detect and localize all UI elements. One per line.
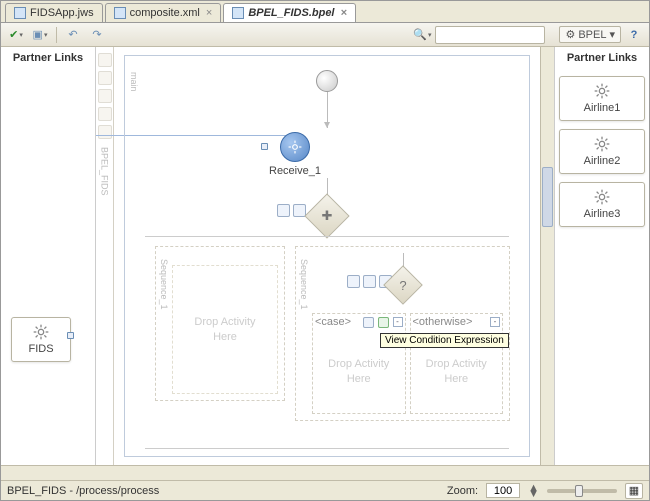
scrollbar-thumb[interactable] (542, 167, 553, 227)
tab-label: FIDSApp.jws (30, 7, 94, 19)
tab-fidsapp[interactable]: FIDSApp.jws (5, 3, 103, 22)
bpel-canvas[interactable]: main Receive_1 ✚ Sequence_1 Drop (114, 47, 540, 465)
scope-label: main (129, 72, 139, 92)
case-branch[interactable]: <case> - Drop ActivityHere (312, 313, 406, 414)
layout-dropdown-button[interactable]: ▣▾ (29, 25, 51, 45)
parallel-gateway[interactable]: ✚ (304, 193, 349, 238)
process-scope: main Receive_1 ✚ Sequence_1 Drop (124, 55, 530, 457)
collapse-button[interactable]: - (490, 317, 500, 327)
port-icon[interactable] (67, 332, 74, 339)
sequence-branch-right[interactable]: Sequence_1 ? <case> - (295, 246, 510, 421)
partner-links-left: Partner Links FIDS (1, 47, 96, 465)
receive-activity[interactable]: Receive_1 (269, 132, 321, 177)
vertical-scrollbar[interactable] (540, 47, 554, 465)
gear-icon (33, 324, 49, 340)
undo-button[interactable]: ↶ (62, 25, 84, 45)
mini-button[interactable] (277, 204, 290, 217)
arrow-icon (324, 122, 330, 128)
editor-main: Partner Links FIDS BPEL_FIDS main (1, 47, 649, 465)
mini-button[interactable] (347, 275, 360, 288)
partner-link-fids[interactable]: FIDS (11, 317, 71, 362)
file-icon (114, 7, 126, 19)
partner-link-label: Airline2 (584, 155, 621, 167)
gear-icon (288, 140, 302, 154)
close-icon[interactable]: × (206, 7, 212, 19)
editor-toolbar: ✔▾ ▣▾ ↶ ↷ 🔍▾ ⚙ BPEL▾ ? (1, 23, 649, 47)
tooltip: View Condition Expression (380, 333, 509, 348)
vtool-button[interactable] (98, 53, 112, 67)
horizontal-scrollbar[interactable] (1, 465, 649, 480)
partner-link-airline2[interactable]: Airline2 (559, 129, 645, 174)
partner-link-label: Airline3 (584, 208, 621, 220)
gear-icon (594, 189, 610, 205)
branch-line (145, 236, 509, 237)
partner-links-right: Partner Links Airline1 Airline2 Airline3 (554, 47, 649, 465)
vtool-button[interactable] (98, 107, 112, 121)
bpel-label: BPEL (578, 29, 606, 41)
redo-button[interactable]: ↷ (86, 25, 108, 45)
close-icon[interactable]: × (341, 7, 347, 19)
check-dropdown-button[interactable]: ✔▾ (5, 25, 27, 45)
editor-tabstrip: FIDSApp.jws composite.xml × BPEL_FIDS.bp… (1, 1, 649, 23)
drop-zone[interactable]: Drop ActivityHere (194, 315, 255, 344)
question-icon: ? (390, 272, 416, 298)
bpel-icon: ⚙ (565, 28, 575, 41)
tab-bpel-fids[interactable]: BPEL_FIDS.bpel × (223, 3, 356, 22)
activity-label: Receive_1 (269, 165, 321, 177)
zoom-stepper[interactable]: ▲▼ (528, 485, 539, 497)
slider-knob[interactable] (575, 485, 583, 497)
status-bar: BPEL_FIDS - /process/process Zoom: ▲▼ ▦ (1, 480, 649, 500)
view-condition-button[interactable] (378, 317, 389, 328)
find-dropdown-button[interactable]: 🔍▾ (411, 25, 433, 45)
branch-label: Sequence_1 (299, 259, 309, 310)
tab-label: composite.xml (130, 7, 200, 19)
help-button[interactable]: ? (623, 25, 645, 45)
search-input[interactable] (435, 26, 545, 44)
partner-links-heading: Partner Links (555, 47, 649, 72)
partner-link-label: Airline1 (584, 102, 621, 114)
zoom-input[interactable] (486, 483, 520, 498)
partner-link-airline3[interactable]: Airline3 (559, 182, 645, 227)
overview-button[interactable]: ▦ (625, 483, 643, 499)
gear-icon (594, 136, 610, 152)
file-icon (232, 7, 244, 19)
zoom-label: Zoom: (447, 485, 478, 497)
tab-label: BPEL_FIDS.bpel (248, 7, 334, 19)
gear-icon (594, 83, 610, 99)
drop-zone[interactable]: Drop ActivityHere (426, 357, 487, 386)
bpel-mode-dropdown[interactable]: ⚙ BPEL▾ (559, 26, 621, 43)
otherwise-label: <otherwise> (413, 316, 473, 328)
vtool-button[interactable] (98, 89, 112, 103)
start-event[interactable] (316, 70, 338, 92)
sequence-branch-left[interactable]: Sequence_1 Drop ActivityHere (155, 246, 285, 401)
port-icon[interactable] (261, 143, 268, 150)
mini-button[interactable] (363, 275, 376, 288)
decision-gateway[interactable]: ? (383, 265, 423, 305)
vtool-button[interactable] (98, 71, 112, 85)
status-path: BPEL_FIDS - /process/process (7, 485, 159, 497)
branch-line (145, 448, 509, 449)
zoom-slider[interactable] (547, 489, 617, 493)
case-label: <case> (315, 316, 351, 328)
branch-label: Sequence_1 (159, 259, 169, 310)
edit-button[interactable] (363, 317, 374, 328)
file-icon (14, 7, 26, 19)
partner-links-heading: Partner Links (1, 47, 95, 72)
otherwise-branch[interactable]: <otherwise> - Drop ActivityHere (410, 313, 504, 414)
partner-link-label: FIDS (28, 343, 53, 355)
partner-link-airline1[interactable]: Airline1 (559, 76, 645, 121)
bpel-canvas-wrap: BPEL_FIDS main Receive_1 ✚ (96, 47, 554, 465)
gateway-icon: ✚ (312, 201, 342, 231)
drop-zone[interactable]: Drop ActivityHere (328, 357, 389, 386)
toolbar-separator (56, 27, 57, 43)
tab-composite[interactable]: composite.xml × (105, 3, 222, 22)
collapse-button[interactable]: - (393, 317, 403, 327)
